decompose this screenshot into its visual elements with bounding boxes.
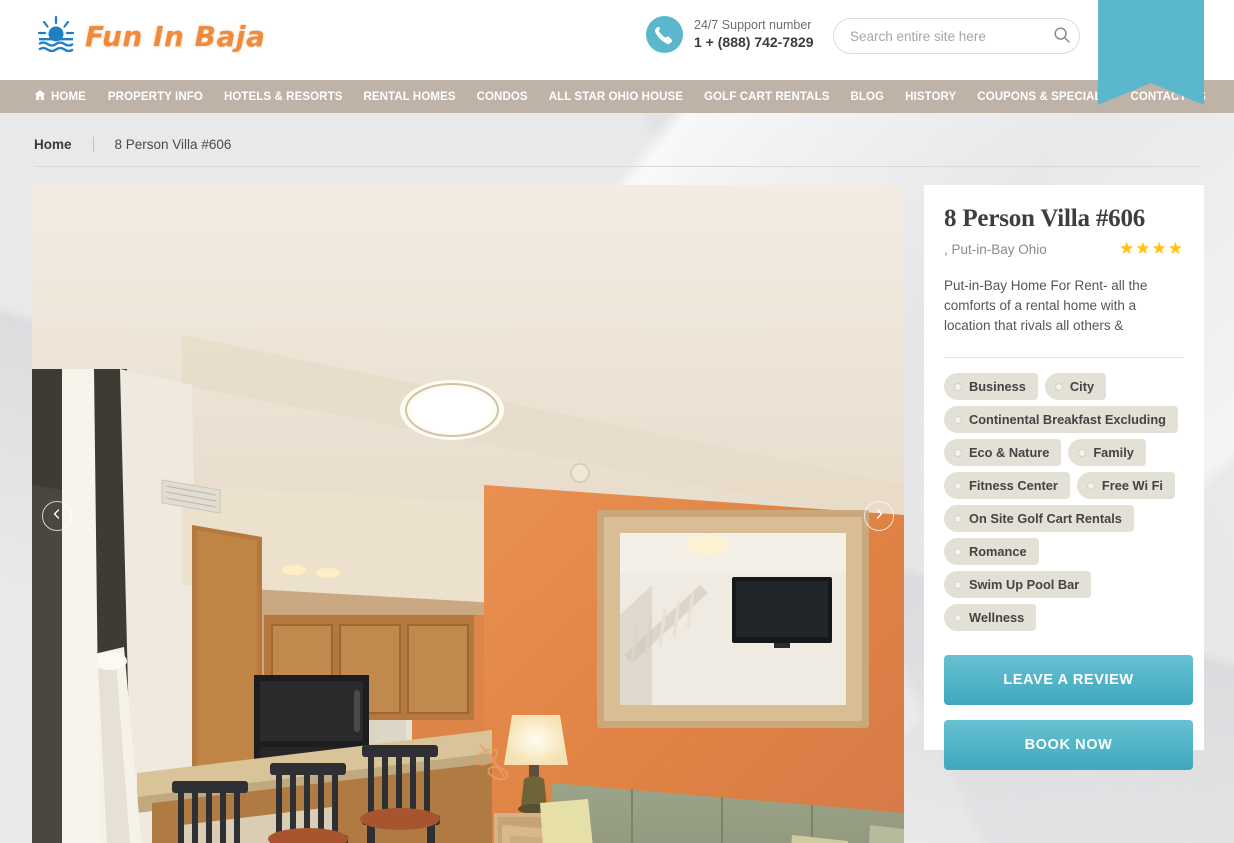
book-now-button[interactable]: BOOK NOW — [944, 720, 1193, 770]
rating-stars: ★★★★ — [1119, 239, 1184, 258]
chevron-left-icon — [51, 507, 63, 525]
site-header: Fun In Baja 24/7 Support number 1 + (888… — [0, 0, 1234, 105]
amenity-tag[interactable]: Swim Up Pool Bar — [944, 571, 1092, 598]
amenity-label: Continental Breakfast Excluding — [969, 412, 1166, 427]
breadcrumb-region: Home 8 Person Villa #606 — [0, 113, 1234, 167]
nav-item-golf-cart-rentals[interactable]: GOLF CART RENTALS — [704, 91, 829, 103]
bullet-icon — [954, 415, 962, 424]
site-logo[interactable]: Fun In Baja — [34, 14, 265, 58]
nav-item-all-star-ohio-house[interactable]: ALL STAR OHIO HOUSE — [549, 91, 683, 103]
nav-item-blog[interactable]: BLOG — [850, 91, 884, 103]
nav-item-home[interactable]: HOME — [34, 89, 86, 104]
main-navigation: HOME PROPERTY INFO HOTELS & RESORTS RENT… — [0, 80, 1234, 113]
amenity-tag[interactable]: Free Wi Fi — [1076, 472, 1175, 499]
nav-item-rental-homes[interactable]: RENTAL HOMES — [363, 91, 455, 103]
nav-item-coupons-specials[interactable]: COUPONS & SPECIALS — [977, 91, 1109, 103]
bullet-icon — [1078, 448, 1087, 457]
amenity-label: On Site Golf Cart Rentals — [969, 511, 1122, 526]
listing-description: Put-in-Bay Home For Rent- all the comfor… — [944, 278, 1148, 333]
sun-waves-icon — [34, 14, 78, 58]
gallery-prev-button[interactable] — [42, 500, 72, 531]
amenity-label: Swim Up Pool Bar — [969, 577, 1080, 592]
listing-card: 8 Person Villa #606 , Put-in-Bay Ohio ★★… — [924, 185, 1204, 770]
support-info: 24/7 Support number 1 + (888) 742-7829 — [646, 16, 813, 53]
listing-subheader: , Put-in-Bay Ohio ★★★★ — [944, 239, 1184, 259]
bullet-icon — [954, 613, 962, 622]
bullet-icon — [954, 547, 962, 556]
nav-item-property-info[interactable]: PROPERTY INFO — [108, 91, 203, 103]
support-number[interactable]: 1 + (888) 742-7829 — [694, 34, 813, 52]
amenity-tag[interactable]: Wellness — [944, 604, 1037, 631]
nav-item-condos[interactable]: CONDOS — [477, 91, 528, 103]
amenity-tag[interactable]: Fitness Center — [944, 472, 1070, 499]
amenity-label: City — [1069, 379, 1095, 394]
home-icon — [34, 89, 46, 104]
amenity-label: Romance — [969, 544, 1027, 559]
amenity-label: Fitness Center — [969, 478, 1058, 493]
gallery-photo — [32, 185, 904, 843]
amenity-tag[interactable]: Business — [944, 373, 1038, 400]
search-input[interactable] — [834, 28, 1045, 44]
phone-icon — [646, 16, 683, 53]
amenity-tag[interactable]: Eco & Nature — [944, 439, 1062, 466]
amenity-label: Family — [1093, 445, 1134, 460]
bullet-icon — [1086, 481, 1095, 490]
bullet-icon — [954, 514, 962, 523]
property-gallery[interactable] — [32, 185, 904, 843]
search-icon — [1053, 26, 1071, 47]
amenity-label: Business — [969, 379, 1026, 394]
amenity-label: Wellness — [969, 610, 1025, 625]
breadcrumb-separator — [92, 137, 94, 152]
amenity-label: Eco & Nature — [969, 445, 1050, 460]
amenity-tag[interactable]: Continental Breakfast Excluding — [944, 406, 1178, 433]
leave-review-button[interactable]: LEAVE A REVIEW — [944, 655, 1193, 705]
card-divider — [944, 357, 1184, 358]
gallery-next-button[interactable] — [864, 500, 894, 531]
bullet-icon — [1054, 382, 1063, 391]
bullet-icon — [954, 382, 962, 391]
breadcrumb-current: 8 Person Villa #606 — [114, 137, 232, 152]
bullet-icon — [954, 448, 962, 457]
amenity-tag[interactable]: City — [1044, 373, 1107, 400]
bullet-icon — [954, 481, 962, 490]
main-content: 8 Person Villa #606 , Put-in-Bay Ohio ★★… — [32, 185, 1234, 843]
amenity-tag-list: Business City Continental Breakfast Excl… — [944, 373, 1184, 631]
bullet-icon — [954, 580, 962, 589]
search-box[interactable] — [833, 18, 1080, 54]
support-label: 24/7 Support number — [694, 17, 812, 32]
listing-location: , Put-in-Bay Ohio — [944, 241, 1047, 257]
nav-item-hotels-resorts[interactable]: HOTELS & RESORTS — [224, 91, 343, 103]
amenity-tag[interactable]: On Site Golf Cart Rentals — [944, 505, 1134, 532]
nav-label: HOME — [51, 90, 86, 103]
breadcrumb-home-link[interactable]: Home — [34, 137, 72, 152]
page: Fun In Baja 24/7 Support number 1 + (888… — [0, 0, 1234, 843]
nav-item-history[interactable]: HISTORY — [905, 91, 956, 103]
amenity-tag[interactable]: Romance — [944, 538, 1039, 565]
amenity-label: Free Wi Fi — [1101, 478, 1163, 493]
chevron-right-icon — [873, 507, 885, 525]
logo-text: Fun In Baja — [85, 19, 266, 53]
breadcrumb: Home 8 Person Villa #606 — [34, 137, 1200, 167]
ribbon-decoration — [1098, 0, 1204, 105]
search-button[interactable] — [1045, 19, 1079, 53]
amenity-tag[interactable]: Family — [1068, 439, 1146, 466]
page-title: 8 Person Villa #606 — [944, 205, 1146, 232]
